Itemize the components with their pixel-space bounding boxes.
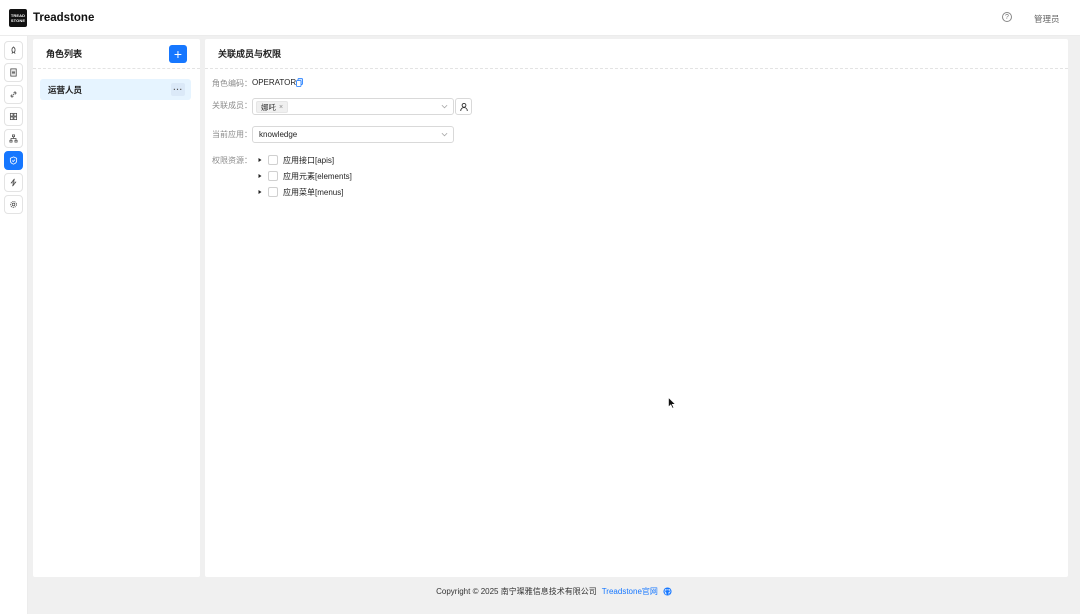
top-header: TREAD STONE Treadstone ? 管理员 — [0, 0, 1080, 36]
caret-right-icon[interactable] — [256, 172, 264, 180]
more-icon: ··· — [173, 84, 183, 94]
official-site-link[interactable]: Treadstone官网 — [602, 586, 658, 597]
caret-right-icon[interactable] — [256, 188, 264, 196]
role-list-title: 角色列表 — [46, 49, 83, 59]
logo-line-2: STONE — [10, 17, 26, 23]
tree-node-menus: 应用菜单[menus] — [256, 186, 343, 198]
mouse-cursor-icon — [668, 397, 676, 409]
tree-checkbox[interactable] — [268, 171, 278, 181]
tree-node-label[interactable]: 应用菜单[menus] — [283, 187, 343, 198]
side-rail — [0, 36, 28, 614]
org-tree-icon — [9, 134, 18, 143]
rail-item-grid[interactable] — [4, 107, 23, 126]
grid-icon — [9, 112, 18, 121]
copy-icon[interactable] — [296, 78, 303, 87]
rail-item-rocket[interactable] — [4, 41, 23, 60]
app-select[interactable]: knowledge — [252, 126, 454, 143]
member-tag: 娜吒 × — [256, 101, 289, 113]
add-role-button[interactable]: + — [169, 45, 187, 63]
chevron-down-icon — [441, 104, 448, 109]
role-item-label: 运营人员 — [48, 84, 83, 95]
tag-close-icon[interactable]: × — [279, 104, 283, 111]
tree-node-label[interactable]: 应用元素[elements] — [283, 171, 352, 182]
tree-node-label[interactable]: 应用接口[apis] — [283, 155, 334, 166]
app-label: 当前应用： — [212, 130, 252, 139]
select-user-button[interactable] — [455, 98, 472, 115]
copyright-text: Copyright © 2025 南宁璨雅信息技术有限公司 — [436, 586, 597, 596]
caret-right-icon[interactable] — [256, 156, 264, 164]
rail-item-security[interactable] — [4, 151, 23, 170]
role-detail-panel: 关联成员与权限 角色编码： OPERATOR 关联成员： 娜吒 × 当前应用： … — [205, 39, 1068, 577]
link-icon — [10, 91, 17, 98]
members-select[interactable]: 娜吒 × — [252, 98, 454, 115]
tree-node-apis: 应用接口[apis] — [256, 154, 334, 166]
plus-icon: + — [173, 46, 183, 62]
detail-title: 关联成员与权限 — [218, 49, 282, 59]
shield-icon — [9, 156, 18, 165]
role-code-label: 角色编码： — [212, 79, 252, 88]
user-menu[interactable]: 管理员 — [1034, 13, 1060, 25]
rocket-icon — [11, 46, 16, 54]
resources-label: 权限资源： — [212, 156, 252, 165]
help-icon[interactable]: ? — [1002, 12, 1012, 22]
role-item-operator[interactable]: 运营人员 ··· — [40, 79, 191, 100]
rail-item-settings[interactable] — [4, 195, 23, 214]
members-label: 关联成员： — [212, 101, 252, 110]
app-select-value: knowledge — [259, 130, 298, 139]
rail-item-lightning[interactable] — [4, 173, 23, 192]
rail-item-org[interactable] — [4, 129, 23, 148]
user-icon — [459, 102, 468, 111]
role-list-panel: 角色列表 + 运营人员 ··· — [33, 39, 200, 577]
rail-item-document[interactable] — [4, 63, 23, 82]
document-icon — [10, 68, 17, 77]
gear-icon — [10, 201, 17, 208]
help-symbol: ? — [1005, 13, 1009, 21]
role-more-button[interactable]: ··· — [171, 83, 185, 96]
role-code-value: OPERATOR — [252, 78, 297, 87]
lightning-icon — [10, 178, 17, 187]
brand-name: Treadstone — [33, 11, 95, 24]
github-icon[interactable] — [663, 586, 672, 596]
page-footer: Copyright © 2025 南宁璨雅信息技术有限公司 Treadstone… — [28, 580, 1080, 602]
tree-checkbox[interactable] — [268, 155, 278, 165]
tree-node-elements: 应用元素[elements] — [256, 170, 352, 182]
app-logo[interactable]: TREAD STONE — [9, 8, 27, 27]
detail-header: 关联成员与权限 — [205, 39, 1068, 69]
chevron-down-icon — [441, 132, 448, 137]
rail-item-link[interactable] — [4, 85, 23, 104]
tree-checkbox[interactable] — [268, 187, 278, 197]
member-tag-label: 娜吒 — [261, 102, 276, 112]
